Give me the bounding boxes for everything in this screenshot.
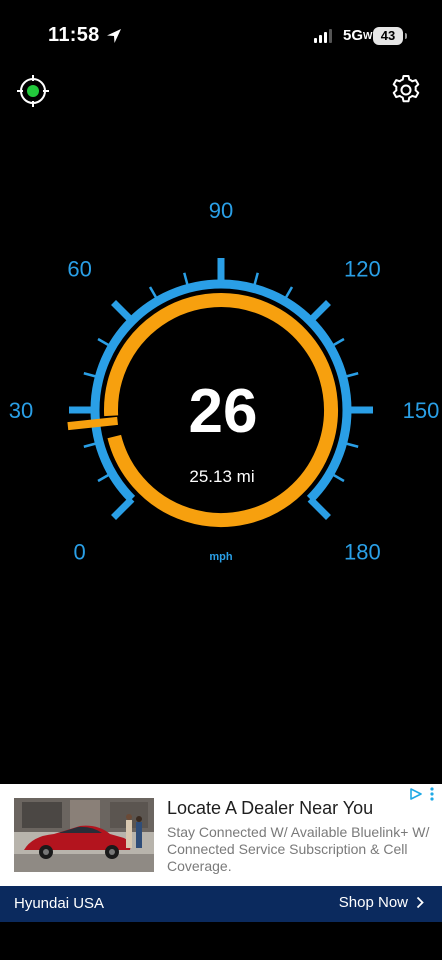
- ad-title[interactable]: Locate A Dealer Near You: [167, 798, 373, 819]
- ad-choices-icon[interactable]: [410, 788, 422, 800]
- scale-label: 150: [403, 398, 440, 423]
- car-photo: [14, 798, 154, 872]
- scale-label: 180: [344, 539, 381, 564]
- network-type: 5GW: [343, 27, 373, 44]
- chevron-right-icon: [416, 896, 424, 909]
- ad-car-image[interactable]: [14, 798, 154, 872]
- ad-description[interactable]: Stay Connected W/ Available Bluelink+ W/…: [167, 824, 433, 875]
- clock: 11:58: [48, 24, 122, 47]
- scale-label: 30: [9, 398, 33, 423]
- battery-indicator: 43: [373, 27, 407, 45]
- gps-target-icon: [17, 75, 49, 107]
- major-tick: [111, 496, 135, 520]
- scale-label: 90: [209, 198, 233, 223]
- gear-icon: [392, 75, 420, 103]
- scale-label: 120: [344, 257, 381, 282]
- scale-label: 0: [73, 539, 85, 564]
- ad-options-icon[interactable]: [430, 787, 434, 801]
- shop-now-label: Shop Now: [338, 894, 408, 911]
- gps-button[interactable]: [16, 74, 50, 108]
- trip-distance: 25.13 mi: [189, 467, 254, 486]
- status-bar: 11:58 5GW 43: [0, 0, 442, 70]
- scale-label: 60: [67, 257, 91, 282]
- major-tick: [307, 300, 331, 324]
- cellular-signal-icon: [314, 29, 332, 43]
- location-arrow-icon: [106, 28, 121, 43]
- speed-needle: [67, 416, 118, 431]
- ad-advertiser: Hyundai USA: [14, 895, 105, 912]
- major-tick: [111, 300, 135, 324]
- shop-now-button[interactable]: Shop Now: [339, 894, 424, 911]
- ad-footer[interactable]: Hyundai USA Shop Now: [0, 886, 442, 922]
- current-speed: 26: [189, 377, 258, 446]
- speedometer: 0 30 60 90 120 150 180 26 25.13 mi mph: [9, 198, 440, 564]
- speed-unit: mph: [209, 551, 233, 563]
- settings-button[interactable]: [389, 73, 423, 107]
- status-time: 11:58: [48, 24, 100, 46]
- major-tick: [307, 496, 331, 520]
